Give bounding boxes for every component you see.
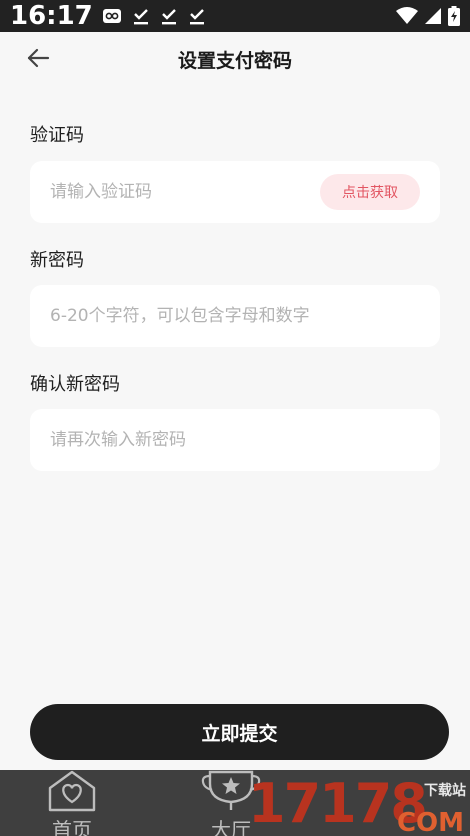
status-time: 16:17 bbox=[10, 1, 93, 31]
confirm-password-input[interactable] bbox=[50, 409, 420, 471]
status-bar: 16:17 bbox=[0, 0, 470, 32]
submit-button[interactable]: 立即提交 bbox=[30, 704, 449, 760]
notification-icons bbox=[102, 7, 205, 25]
app-header: 设置支付密码 bbox=[0, 32, 470, 88]
tab-lobby-label: 大厅 bbox=[211, 818, 251, 836]
page-title: 设置支付密码 bbox=[177, 50, 292, 72]
wifi-icon bbox=[396, 7, 418, 24]
confirm-password-field-box bbox=[30, 409, 440, 471]
watermark-logo: 17178 下载站 COM bbox=[248, 772, 470, 836]
code-input[interactable] bbox=[50, 161, 320, 223]
get-code-button[interactable]: 点击获取 bbox=[320, 174, 420, 210]
watermark-site: 下载站 bbox=[424, 783, 466, 799]
home-heart-icon bbox=[48, 770, 96, 812]
tab-home[interactable]: 首页 bbox=[46, 770, 98, 836]
cellular-signal-icon bbox=[425, 8, 441, 24]
battery-charging-icon bbox=[448, 6, 460, 26]
download-done-icon bbox=[133, 9, 148, 25]
tab-home-label: 首页 bbox=[52, 818, 92, 836]
new-password-input[interactable] bbox=[50, 285, 420, 347]
code-field-box: 点击获取 bbox=[30, 161, 440, 223]
code-label: 验证码 bbox=[30, 125, 84, 146]
new-password-field-box bbox=[30, 285, 440, 347]
confirm-password-label: 确认新密码 bbox=[30, 374, 120, 395]
tab-bar: 首页 大厅 17178 下载站 COM bbox=[0, 770, 470, 836]
status-system-icons bbox=[396, 6, 460, 26]
infinity-app-icon bbox=[102, 9, 121, 23]
new-password-label: 新密码 bbox=[30, 250, 84, 271]
watermark-domain: COM bbox=[396, 808, 464, 836]
download-done-icon bbox=[189, 9, 204, 25]
download-done-icon bbox=[161, 9, 176, 25]
